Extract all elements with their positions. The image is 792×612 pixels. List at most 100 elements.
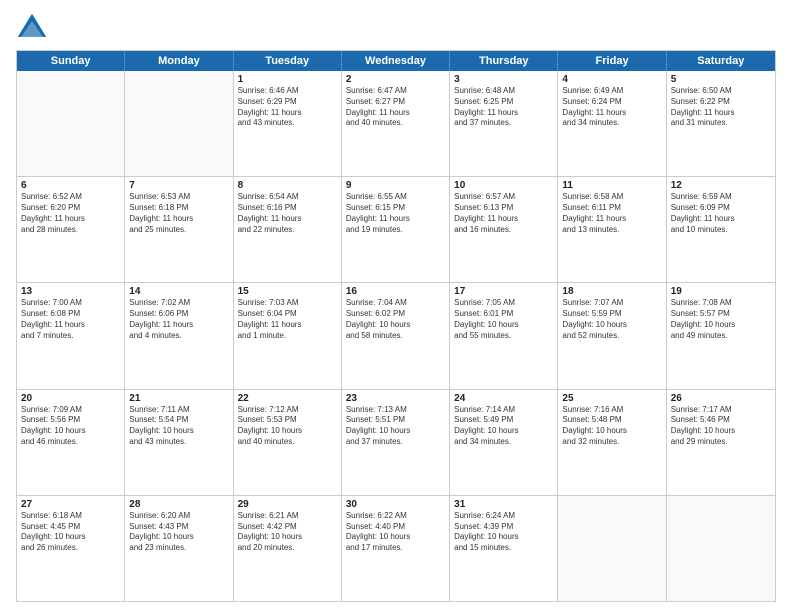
calendar-body: 1Sunrise: 6:46 AMSunset: 6:29 PMDaylight…	[17, 71, 775, 601]
cell-info-line: Daylight: 11 hours	[238, 108, 337, 119]
day-number: 3	[454, 74, 553, 85]
cell-info-line: Sunset: 6:20 PM	[21, 203, 120, 214]
header	[16, 12, 776, 44]
cell-info-line: Sunrise: 7:13 AM	[346, 405, 445, 416]
cell-info-line: Sunrise: 6:59 AM	[671, 192, 771, 203]
cal-cell	[17, 71, 125, 176]
cell-info-line: Daylight: 10 hours	[238, 426, 337, 437]
cal-cell: 25Sunrise: 7:16 AMSunset: 5:48 PMDayligh…	[558, 390, 666, 495]
cal-cell: 19Sunrise: 7:08 AMSunset: 5:57 PMDayligh…	[667, 283, 775, 388]
day-number: 7	[129, 180, 228, 191]
calendar: SundayMondayTuesdayWednesdayThursdayFrid…	[16, 50, 776, 602]
cell-info-line: and 55 minutes.	[454, 331, 553, 342]
cell-info-line: and 22 minutes.	[238, 225, 337, 236]
day-number: 26	[671, 393, 771, 404]
day-number: 2	[346, 74, 445, 85]
cell-info-line: Sunrise: 7:11 AM	[129, 405, 228, 416]
cell-info-line: Sunset: 5:54 PM	[129, 415, 228, 426]
cell-info-line: and 19 minutes.	[346, 225, 445, 236]
cal-cell: 1Sunrise: 6:46 AMSunset: 6:29 PMDaylight…	[234, 71, 342, 176]
cell-info-line: Daylight: 10 hours	[671, 426, 771, 437]
logo	[16, 12, 52, 44]
cell-info-line: Daylight: 10 hours	[671, 320, 771, 331]
cell-info-line: Sunrise: 6:47 AM	[346, 86, 445, 97]
cal-cell: 6Sunrise: 6:52 AMSunset: 6:20 PMDaylight…	[17, 177, 125, 282]
cell-info-line: Daylight: 11 hours	[129, 214, 228, 225]
cal-header-wednesday: Wednesday	[342, 51, 450, 71]
day-number: 17	[454, 286, 553, 297]
day-number: 21	[129, 393, 228, 404]
cell-info-line: Sunset: 4:42 PM	[238, 522, 337, 533]
cell-info-line: and 31 minutes.	[671, 118, 771, 129]
cell-info-line: Sunset: 4:40 PM	[346, 522, 445, 533]
cell-info-line: Daylight: 10 hours	[562, 320, 661, 331]
day-number: 12	[671, 180, 771, 191]
cell-info-line: Sunset: 6:22 PM	[671, 97, 771, 108]
cell-info-line: and 37 minutes.	[346, 437, 445, 448]
cell-info-line: Daylight: 11 hours	[129, 320, 228, 331]
cell-info-line: Daylight: 10 hours	[346, 532, 445, 543]
day-number: 20	[21, 393, 120, 404]
cell-info-line: Sunset: 4:43 PM	[129, 522, 228, 533]
cell-info-line: Sunrise: 6:22 AM	[346, 511, 445, 522]
cal-cell	[125, 71, 233, 176]
cal-cell: 5Sunrise: 6:50 AMSunset: 6:22 PMDaylight…	[667, 71, 775, 176]
cell-info-line: Sunrise: 6:55 AM	[346, 192, 445, 203]
cell-info-line: Sunset: 6:29 PM	[238, 97, 337, 108]
cal-cell: 21Sunrise: 7:11 AMSunset: 5:54 PMDayligh…	[125, 390, 233, 495]
cal-cell: 2Sunrise: 6:47 AMSunset: 6:27 PMDaylight…	[342, 71, 450, 176]
cell-info-line: and 15 minutes.	[454, 543, 553, 554]
cal-cell: 20Sunrise: 7:09 AMSunset: 5:56 PMDayligh…	[17, 390, 125, 495]
cell-info-line: Sunset: 6:04 PM	[238, 309, 337, 320]
cal-cell: 29Sunrise: 6:21 AMSunset: 4:42 PMDayligh…	[234, 496, 342, 601]
day-number: 15	[238, 286, 337, 297]
cal-cell: 26Sunrise: 7:17 AMSunset: 5:46 PMDayligh…	[667, 390, 775, 495]
page: SundayMondayTuesdayWednesdayThursdayFrid…	[0, 0, 792, 612]
calendar-header-row: SundayMondayTuesdayWednesdayThursdayFrid…	[17, 51, 775, 71]
cell-info-line: Sunset: 5:59 PM	[562, 309, 661, 320]
cell-info-line: Daylight: 10 hours	[129, 532, 228, 543]
day-number: 25	[562, 393, 661, 404]
cell-info-line: Sunrise: 7:16 AM	[562, 405, 661, 416]
cell-info-line: and 10 minutes.	[671, 225, 771, 236]
cell-info-line: and 29 minutes.	[671, 437, 771, 448]
cal-cell: 23Sunrise: 7:13 AMSunset: 5:51 PMDayligh…	[342, 390, 450, 495]
cell-info-line: Sunset: 6:15 PM	[346, 203, 445, 214]
day-number: 14	[129, 286, 228, 297]
day-number: 5	[671, 74, 771, 85]
cal-cell: 14Sunrise: 7:02 AMSunset: 6:06 PMDayligh…	[125, 283, 233, 388]
cell-info-line: and 43 minutes.	[129, 437, 228, 448]
day-number: 1	[238, 74, 337, 85]
cell-info-line: Sunrise: 6:46 AM	[238, 86, 337, 97]
cell-info-line: Sunset: 5:46 PM	[671, 415, 771, 426]
cal-cell: 13Sunrise: 7:00 AMSunset: 6:08 PMDayligh…	[17, 283, 125, 388]
day-number: 29	[238, 499, 337, 510]
cal-week-1: 6Sunrise: 6:52 AMSunset: 6:20 PMDaylight…	[17, 176, 775, 282]
cell-info-line: Sunrise: 6:48 AM	[454, 86, 553, 97]
cell-info-line: Daylight: 10 hours	[21, 426, 120, 437]
cell-info-line: Sunset: 5:53 PM	[238, 415, 337, 426]
cell-info-line: Sunrise: 7:03 AM	[238, 298, 337, 309]
cell-info-line: Sunrise: 6:50 AM	[671, 86, 771, 97]
cal-cell	[667, 496, 775, 601]
cell-info-line: Sunrise: 6:58 AM	[562, 192, 661, 203]
cell-info-line: and 49 minutes.	[671, 331, 771, 342]
day-number: 27	[21, 499, 120, 510]
cell-info-line: Sunrise: 7:04 AM	[346, 298, 445, 309]
cell-info-line: Sunrise: 7:12 AM	[238, 405, 337, 416]
logo-icon	[16, 12, 48, 44]
cell-info-line: Daylight: 11 hours	[238, 214, 337, 225]
cell-info-line: Sunrise: 7:00 AM	[21, 298, 120, 309]
cell-info-line: Daylight: 10 hours	[21, 532, 120, 543]
cell-info-line: and 25 minutes.	[129, 225, 228, 236]
cal-header-thursday: Thursday	[450, 51, 558, 71]
cell-info-line: Daylight: 10 hours	[129, 426, 228, 437]
cal-header-tuesday: Tuesday	[234, 51, 342, 71]
cal-cell: 16Sunrise: 7:04 AMSunset: 6:02 PMDayligh…	[342, 283, 450, 388]
cell-info-line: Daylight: 11 hours	[21, 214, 120, 225]
cal-cell: 7Sunrise: 6:53 AMSunset: 6:18 PMDaylight…	[125, 177, 233, 282]
cal-cell: 27Sunrise: 6:18 AMSunset: 4:45 PMDayligh…	[17, 496, 125, 601]
cell-info-line: and 52 minutes.	[562, 331, 661, 342]
cell-info-line: Daylight: 11 hours	[454, 108, 553, 119]
day-number: 4	[562, 74, 661, 85]
